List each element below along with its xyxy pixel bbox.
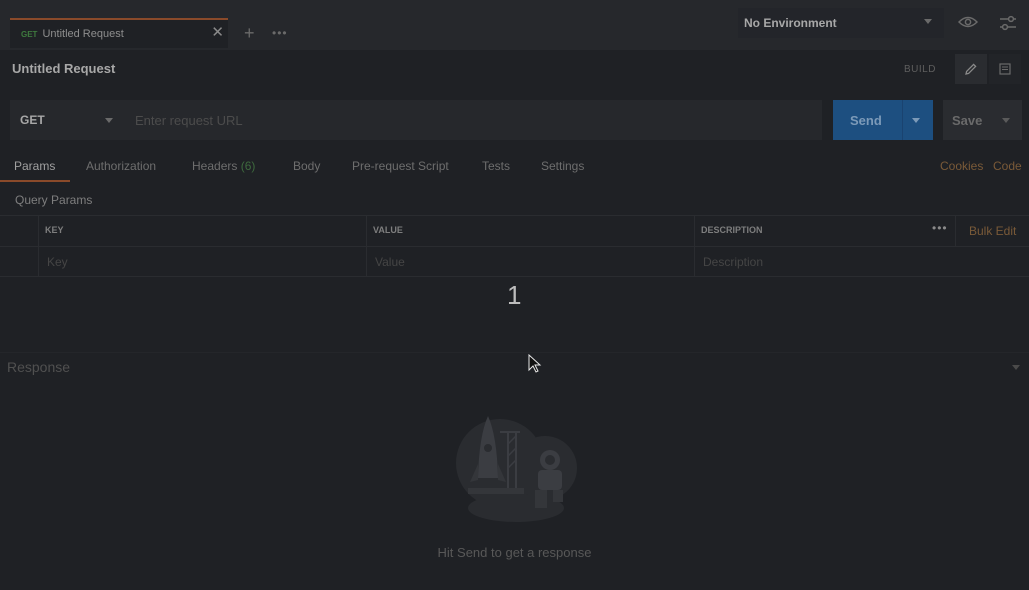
tab-authorization[interactable]: Authorization [86, 159, 156, 173]
url-bar: GET [10, 100, 822, 140]
params-table: KEY VALUE DESCRIPTION ••• Bulk Edit Key … [0, 215, 1029, 277]
cookies-link[interactable]: Cookies [940, 159, 983, 173]
chevron-down-icon[interactable] [1002, 118, 1010, 123]
request-tabs: Params Authorization Headers (6) Body Pr… [0, 154, 1029, 182]
table-border [366, 215, 367, 277]
tab-body[interactable]: Body [293, 159, 320, 173]
table-border [38, 215, 39, 277]
tab-headers[interactable]: Headers (6) [192, 159, 255, 173]
save-label: Save [952, 113, 983, 128]
build-mode-label: BUILD [904, 64, 936, 75]
table-border [0, 246, 1029, 247]
eye-icon[interactable] [958, 14, 978, 30]
documentation-button[interactable] [989, 54, 1021, 84]
chevron-down-icon[interactable] [912, 118, 920, 123]
send-label: Send [850, 113, 882, 128]
url-input[interactable] [126, 100, 822, 140]
chevron-down-icon [105, 118, 113, 123]
send-divider [902, 100, 903, 140]
active-tab-indicator [0, 180, 70, 182]
query-params-title: Query Params [15, 193, 93, 207]
column-header-value: VALUE [373, 225, 403, 235]
table-border [0, 276, 1029, 277]
tab-pre-request-script[interactable]: Pre-request Script [352, 159, 449, 173]
settings-sliders-icon[interactable] [998, 14, 1018, 32]
method-label: GET [20, 113, 45, 127]
request-tab[interactable]: GET Untitled Request ✕ [10, 18, 228, 48]
tab-params[interactable]: Params [14, 159, 55, 173]
response-divider [0, 352, 1029, 353]
table-border [955, 215, 956, 246]
method-select[interactable]: GET [10, 100, 126, 140]
headers-count-badge: (6) [240, 159, 256, 173]
column-header-key: KEY [45, 225, 64, 235]
tab-tests[interactable]: Tests [482, 159, 510, 173]
edit-button[interactable] [955, 54, 987, 84]
environment-select[interactable]: No Environment [738, 8, 944, 38]
more-tabs-icon[interactable]: ••• [272, 26, 288, 40]
response-label: Response [7, 359, 71, 375]
save-button[interactable]: Save [943, 100, 1022, 140]
column-header-description: DESCRIPTION [701, 225, 763, 235]
value-input[interactable]: Value [375, 255, 405, 269]
pencil-icon [965, 63, 977, 75]
document-icon [999, 63, 1011, 75]
request-title[interactable]: Untitled Request [12, 61, 115, 76]
mouse-cursor-icon [528, 354, 542, 373]
key-input[interactable]: Key [47, 255, 68, 269]
environment-label: No Environment [744, 16, 837, 30]
overlay-number: 1 [507, 280, 522, 310]
send-button[interactable]: Send [833, 100, 933, 140]
rocket-astronaut-illustration [456, 416, 577, 522]
more-options-icon[interactable]: ••• [932, 221, 948, 235]
code-link[interactable]: Code [993, 159, 1022, 173]
tab-title: Untitled Request [42, 28, 124, 40]
table-border [0, 215, 1029, 216]
chevron-down-icon [924, 19, 932, 24]
table-border [694, 215, 695, 277]
add-tab-icon[interactable]: + [244, 24, 255, 42]
close-icon[interactable]: ✕ [211, 25, 224, 41]
response-hint: Hit Send to get a response [437, 545, 592, 560]
tab-settings[interactable]: Settings [541, 159, 584, 173]
bulk-edit-link[interactable]: Bulk Edit [969, 224, 1016, 238]
description-input[interactable]: Description [703, 255, 763, 269]
chevron-down-icon[interactable] [1012, 365, 1020, 370]
tab-headers-label: Headers [192, 159, 238, 173]
top-bar: GET Untitled Request ✕ + ••• No Environm… [0, 0, 1029, 50]
tab-method-label: GET [21, 29, 38, 39]
